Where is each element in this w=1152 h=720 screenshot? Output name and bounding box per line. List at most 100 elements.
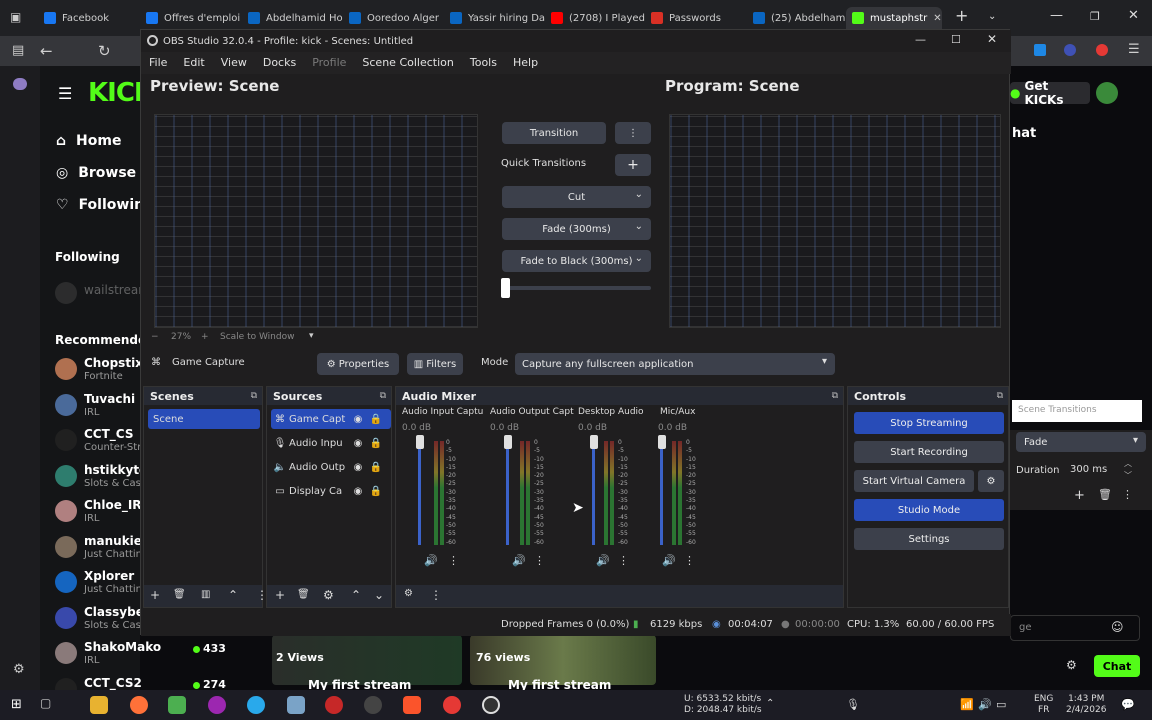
more-icon[interactable]: ⋮ xyxy=(448,554,459,567)
search-icon[interactable]: ▢ xyxy=(40,696,51,710)
lock-icon[interactable]: 🔒 xyxy=(367,486,385,497)
move-down-icon[interactable]: ⌄ xyxy=(374,588,384,602)
notification-icon[interactable]: 💬 xyxy=(1121,698,1135,711)
file-explorer-icon[interactable] xyxy=(90,696,108,714)
eye-icon[interactable]: ◉ xyxy=(349,438,367,449)
sidebar-icon[interactable]: ▤ xyxy=(12,43,24,58)
lock-icon[interactable]: 🔒 xyxy=(367,414,385,425)
restore-icon[interactable]: ❐ xyxy=(1090,10,1100,23)
source-item-audio-output[interactable]: 🔈 Audio Outp ◉ 🔒 xyxy=(271,457,391,477)
source-item-display-capture[interactable]: ▭ Display Ca ◉ 🔒 xyxy=(271,481,391,501)
nav-browse[interactable]: ◎ Browse xyxy=(56,165,136,181)
stepper-down-icon[interactable]: ﹀ xyxy=(1124,470,1132,481)
trash-icon[interactable]: 🗑 xyxy=(173,589,186,600)
app-icon[interactable] xyxy=(208,696,226,714)
brave-icon[interactable] xyxy=(403,696,421,714)
transition-menu-button[interactable]: ⋮ xyxy=(615,122,651,144)
t-bar-handle[interactable] xyxy=(501,278,510,298)
menu-file[interactable]: File xyxy=(141,52,175,74)
zoom-in-icon[interactable]: + xyxy=(201,332,209,342)
back-icon[interactable]: ← xyxy=(40,42,53,60)
trash-icon[interactable]: 🗑 xyxy=(1098,488,1112,501)
fader-knob[interactable] xyxy=(416,435,424,449)
windows-start-icon[interactable]: ⊞ xyxy=(11,697,22,712)
scene-item[interactable]: Scene xyxy=(148,409,260,429)
menu-icon[interactable]: ☰ xyxy=(1128,42,1140,57)
chevron-up-icon[interactable]: ⌃ xyxy=(766,698,774,709)
nav-home[interactable]: ⌂ Home xyxy=(56,133,121,149)
menu-edit[interactable]: Edit xyxy=(175,52,212,74)
tab-kick-active[interactable]: mustaphstr ✕ xyxy=(846,7,942,29)
firefox-icon[interactable] xyxy=(130,696,148,714)
close-window-icon[interactable]: ✕ xyxy=(987,32,997,46)
source-item-audio-input[interactable]: 🎙 Audio Inpu ◉ 🔒 xyxy=(271,433,391,453)
volume-fader[interactable] xyxy=(506,441,509,545)
tab-actions-icon[interactable]: ▣ xyxy=(10,10,21,24)
chrome-icon[interactable] xyxy=(443,696,461,714)
duration-input[interactable]: 300 ms xyxy=(1062,461,1122,479)
settings-icon[interactable]: ⚙ xyxy=(13,662,25,677)
extension-icon[interactable] xyxy=(1096,44,1108,56)
chat-send-button[interactable]: Chat xyxy=(1094,655,1140,677)
transition-button[interactable]: Transition xyxy=(502,122,606,144)
input-language[interactable]: ENG FR xyxy=(1034,694,1053,716)
trash-icon[interactable]: 🗑 xyxy=(297,589,310,600)
obs-taskbar-icon[interactable] xyxy=(482,696,500,714)
tab-linkedin-2[interactable]: Ooredoo Alger xyxy=(349,7,445,29)
volume-icon[interactable]: 🔊 xyxy=(978,698,992,711)
popout-icon[interactable]: ⧉ xyxy=(251,391,257,401)
speaker-icon[interactable]: 🔊 xyxy=(662,554,676,567)
clock[interactable]: 1:43 PM 2/4/2026 xyxy=(1066,694,1106,716)
settings-icon[interactable]: ⚙ xyxy=(1066,658,1077,672)
minimize-icon[interactable]: — xyxy=(915,33,926,46)
quick-transition-cut[interactable]: Cut ⌄ xyxy=(502,186,651,208)
filter-icon[interactable]: ▥ xyxy=(201,589,210,600)
menu-scene-collection[interactable]: Scene Collection xyxy=(354,52,461,74)
app-icon[interactable] xyxy=(325,696,343,714)
battery-icon[interactable]: ▭ xyxy=(996,698,1006,711)
menu-help[interactable]: Help xyxy=(505,52,546,74)
fader-knob[interactable] xyxy=(504,435,512,449)
tab-linkedin-3[interactable]: Yassir hiring Da xyxy=(450,7,546,29)
stepper-up-icon[interactable]: ︿ xyxy=(1124,458,1132,469)
speaker-icon[interactable]: 🔊 xyxy=(596,554,610,567)
gear-icon[interactable]: ⚙ xyxy=(323,588,334,602)
emoji-icon[interactable]: ☺ xyxy=(1111,620,1124,634)
quick-transition-fade[interactable]: Fade (300ms) ⌄ xyxy=(502,218,651,240)
capture-mode-select[interactable]: Capture any fullscreen application ▾ xyxy=(515,353,835,375)
app-icon[interactable] xyxy=(287,696,305,714)
scale-mode[interactable]: Scale to Window xyxy=(220,332,294,342)
popout-icon[interactable]: ⧉ xyxy=(832,391,838,401)
microphone-icon[interactable]: 🎙 xyxy=(846,698,860,711)
copilot-icon[interactable] xyxy=(13,78,27,90)
app-icon[interactable] xyxy=(168,696,186,714)
filters-button[interactable]: ▥ Filters xyxy=(407,353,463,375)
source-item-game-capture[interactable]: ⌘ Game Capt ◉ 🔒 xyxy=(271,409,391,429)
extension-icon[interactable] xyxy=(1034,44,1046,56)
stop-streaming-button[interactable]: Stop Streaming xyxy=(854,412,1004,434)
menu-view[interactable]: View xyxy=(213,52,255,74)
tab-offres[interactable]: Offres d'emploi xyxy=(146,7,242,29)
fader-knob[interactable] xyxy=(658,435,666,449)
tab-facebook[interactable]: Facebook xyxy=(44,7,140,29)
minimize-icon[interactable]: — xyxy=(1050,8,1063,23)
zoom-out-icon[interactable]: − xyxy=(151,332,159,342)
volume-fader[interactable] xyxy=(660,441,663,545)
lock-icon[interactable]: 🔒 xyxy=(367,462,385,473)
speaker-icon[interactable]: 🔊 xyxy=(424,554,438,567)
virtual-camera-settings-button[interactable]: ⚙ xyxy=(978,470,1004,492)
properties-button[interactable]: ⚙ Properties xyxy=(317,353,399,375)
menu-docks[interactable]: Docks xyxy=(255,52,304,74)
studio-mode-button[interactable]: Studio Mode xyxy=(854,499,1004,521)
eye-icon[interactable]: ◉ xyxy=(349,414,367,425)
start-virtual-camera-button[interactable]: Start Virtual Camera xyxy=(854,470,974,492)
start-recording-button[interactable]: Start Recording xyxy=(854,441,1004,463)
chevron-down-icon[interactable]: ▾ xyxy=(309,331,314,341)
reload-icon[interactable]: ↻ xyxy=(98,42,111,60)
fader-knob[interactable] xyxy=(590,435,598,449)
settings-button[interactable]: Settings xyxy=(854,528,1004,550)
add-icon[interactable]: + xyxy=(150,588,160,602)
mixer-settings-icon[interactable]: ⚙ xyxy=(404,588,413,599)
close-window-icon[interactable]: ✕ xyxy=(1128,8,1139,23)
new-tab-button[interactable]: + xyxy=(955,6,968,25)
